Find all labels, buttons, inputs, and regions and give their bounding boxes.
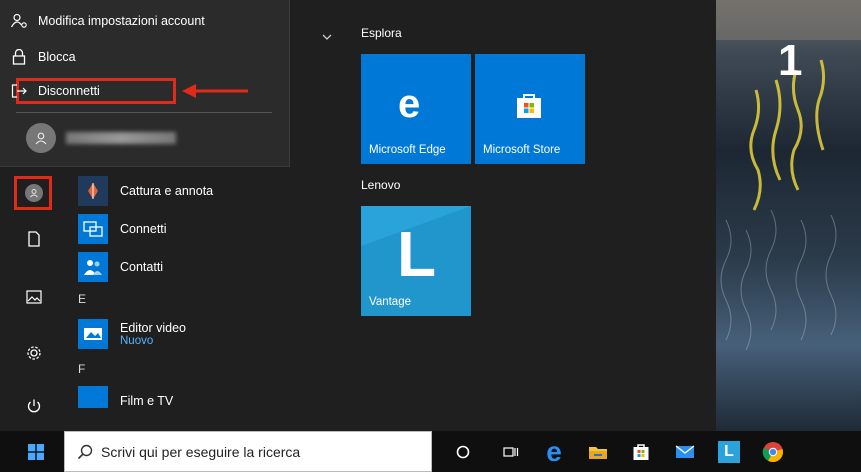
user-account-row[interactable] bbox=[0, 120, 289, 156]
taskbar-chrome-button[interactable] bbox=[751, 431, 795, 472]
vantage-l-icon: L bbox=[397, 218, 437, 290]
taskbar-mail-button[interactable] bbox=[663, 431, 707, 472]
taskbar-edge-button[interactable]: e bbox=[532, 431, 576, 472]
taskbar-file-explorer-button[interactable] bbox=[576, 431, 620, 472]
rail-settings-button[interactable] bbox=[0, 333, 68, 373]
snip-sketch-icon bbox=[78, 176, 108, 206]
edge-icon: e bbox=[546, 435, 562, 467]
app-item-cattura[interactable]: Cattura e annota bbox=[78, 172, 213, 210]
rail-user-button[interactable] bbox=[0, 173, 68, 213]
taskbar-search-box[interactable]: Scrivi qui per eseguire la ricerca bbox=[64, 431, 432, 472]
lock-icon bbox=[0, 49, 38, 65]
start-button[interactable] bbox=[14, 431, 58, 472]
app-item-contatti[interactable]: Contatti bbox=[78, 248, 213, 286]
sign-out-icon bbox=[0, 84, 38, 98]
store-bag-icon bbox=[633, 443, 649, 460]
step-number: 1 bbox=[778, 36, 803, 85]
task-view-icon bbox=[503, 446, 519, 457]
store-bag-icon bbox=[514, 92, 544, 125]
power-icon bbox=[27, 399, 41, 413]
account-flyout: Modifica impostazioni account Blocca Dis… bbox=[0, 0, 290, 167]
section-letter-e[interactable]: E bbox=[78, 286, 213, 312]
divider bbox=[16, 112, 272, 113]
document-icon bbox=[28, 231, 40, 247]
search-icon bbox=[77, 444, 93, 459]
mail-icon bbox=[675, 444, 695, 458]
app-item-connetti[interactable]: Connetti bbox=[78, 210, 213, 248]
red-arrow bbox=[182, 84, 248, 98]
app-item-film-tv[interactable]: Film e TV bbox=[78, 382, 213, 408]
rail-pictures-button[interactable] bbox=[0, 277, 68, 317]
section-letter-f[interactable]: F bbox=[78, 356, 213, 382]
taskbar-store-button[interactable] bbox=[619, 431, 663, 472]
connect-icon bbox=[78, 214, 108, 244]
windows-logo-icon bbox=[28, 443, 44, 460]
task-view-button[interactable] bbox=[489, 431, 533, 472]
people-icon bbox=[78, 252, 108, 282]
app-item-editor-video[interactable]: Editor video Nuovo bbox=[78, 312, 213, 356]
tile-microsoft-edge[interactable]: e Microsoft Edge bbox=[361, 54, 471, 164]
cortana-button[interactable] bbox=[441, 431, 485, 472]
chrome-icon bbox=[762, 441, 783, 462]
search-placeholder: Scrivi qui per eseguire la ricerca bbox=[101, 443, 301, 460]
tile-vantage[interactable]: L Vantage bbox=[361, 206, 471, 316]
user-name-redacted bbox=[66, 132, 176, 144]
taskbar-vantage-button[interactable]: L bbox=[707, 431, 751, 472]
gear-icon bbox=[27, 346, 41, 360]
user-avatar-icon bbox=[25, 184, 43, 202]
folder-icon bbox=[589, 446, 607, 459]
cortana-circle-icon bbox=[456, 445, 470, 458]
vantage-l-icon: L bbox=[718, 440, 740, 463]
app-list: Cattura e annota Connetti Contatti E Edi… bbox=[78, 172, 213, 408]
tile-microsoft-store[interactable]: Microsoft Store bbox=[475, 54, 585, 164]
tile-group-title-esplora[interactable]: Esplora bbox=[361, 26, 402, 40]
tile-group-title-lenovo[interactable]: Lenovo bbox=[361, 178, 400, 192]
rail-documents-button[interactable] bbox=[0, 219, 68, 259]
menu-item-change-account-settings[interactable]: Modifica impostazioni account bbox=[0, 4, 289, 38]
rail-power-button[interactable] bbox=[0, 386, 68, 426]
picture-icon bbox=[26, 290, 42, 304]
user-avatar-icon bbox=[26, 123, 56, 153]
menu-item-lock[interactable]: Blocca bbox=[0, 40, 289, 74]
edge-icon: e bbox=[398, 82, 421, 126]
video-editor-icon bbox=[78, 319, 108, 349]
person-gear-icon bbox=[0, 13, 38, 29]
collapse-chevron-icon[interactable] bbox=[322, 28, 332, 46]
film-tv-icon bbox=[78, 386, 108, 408]
